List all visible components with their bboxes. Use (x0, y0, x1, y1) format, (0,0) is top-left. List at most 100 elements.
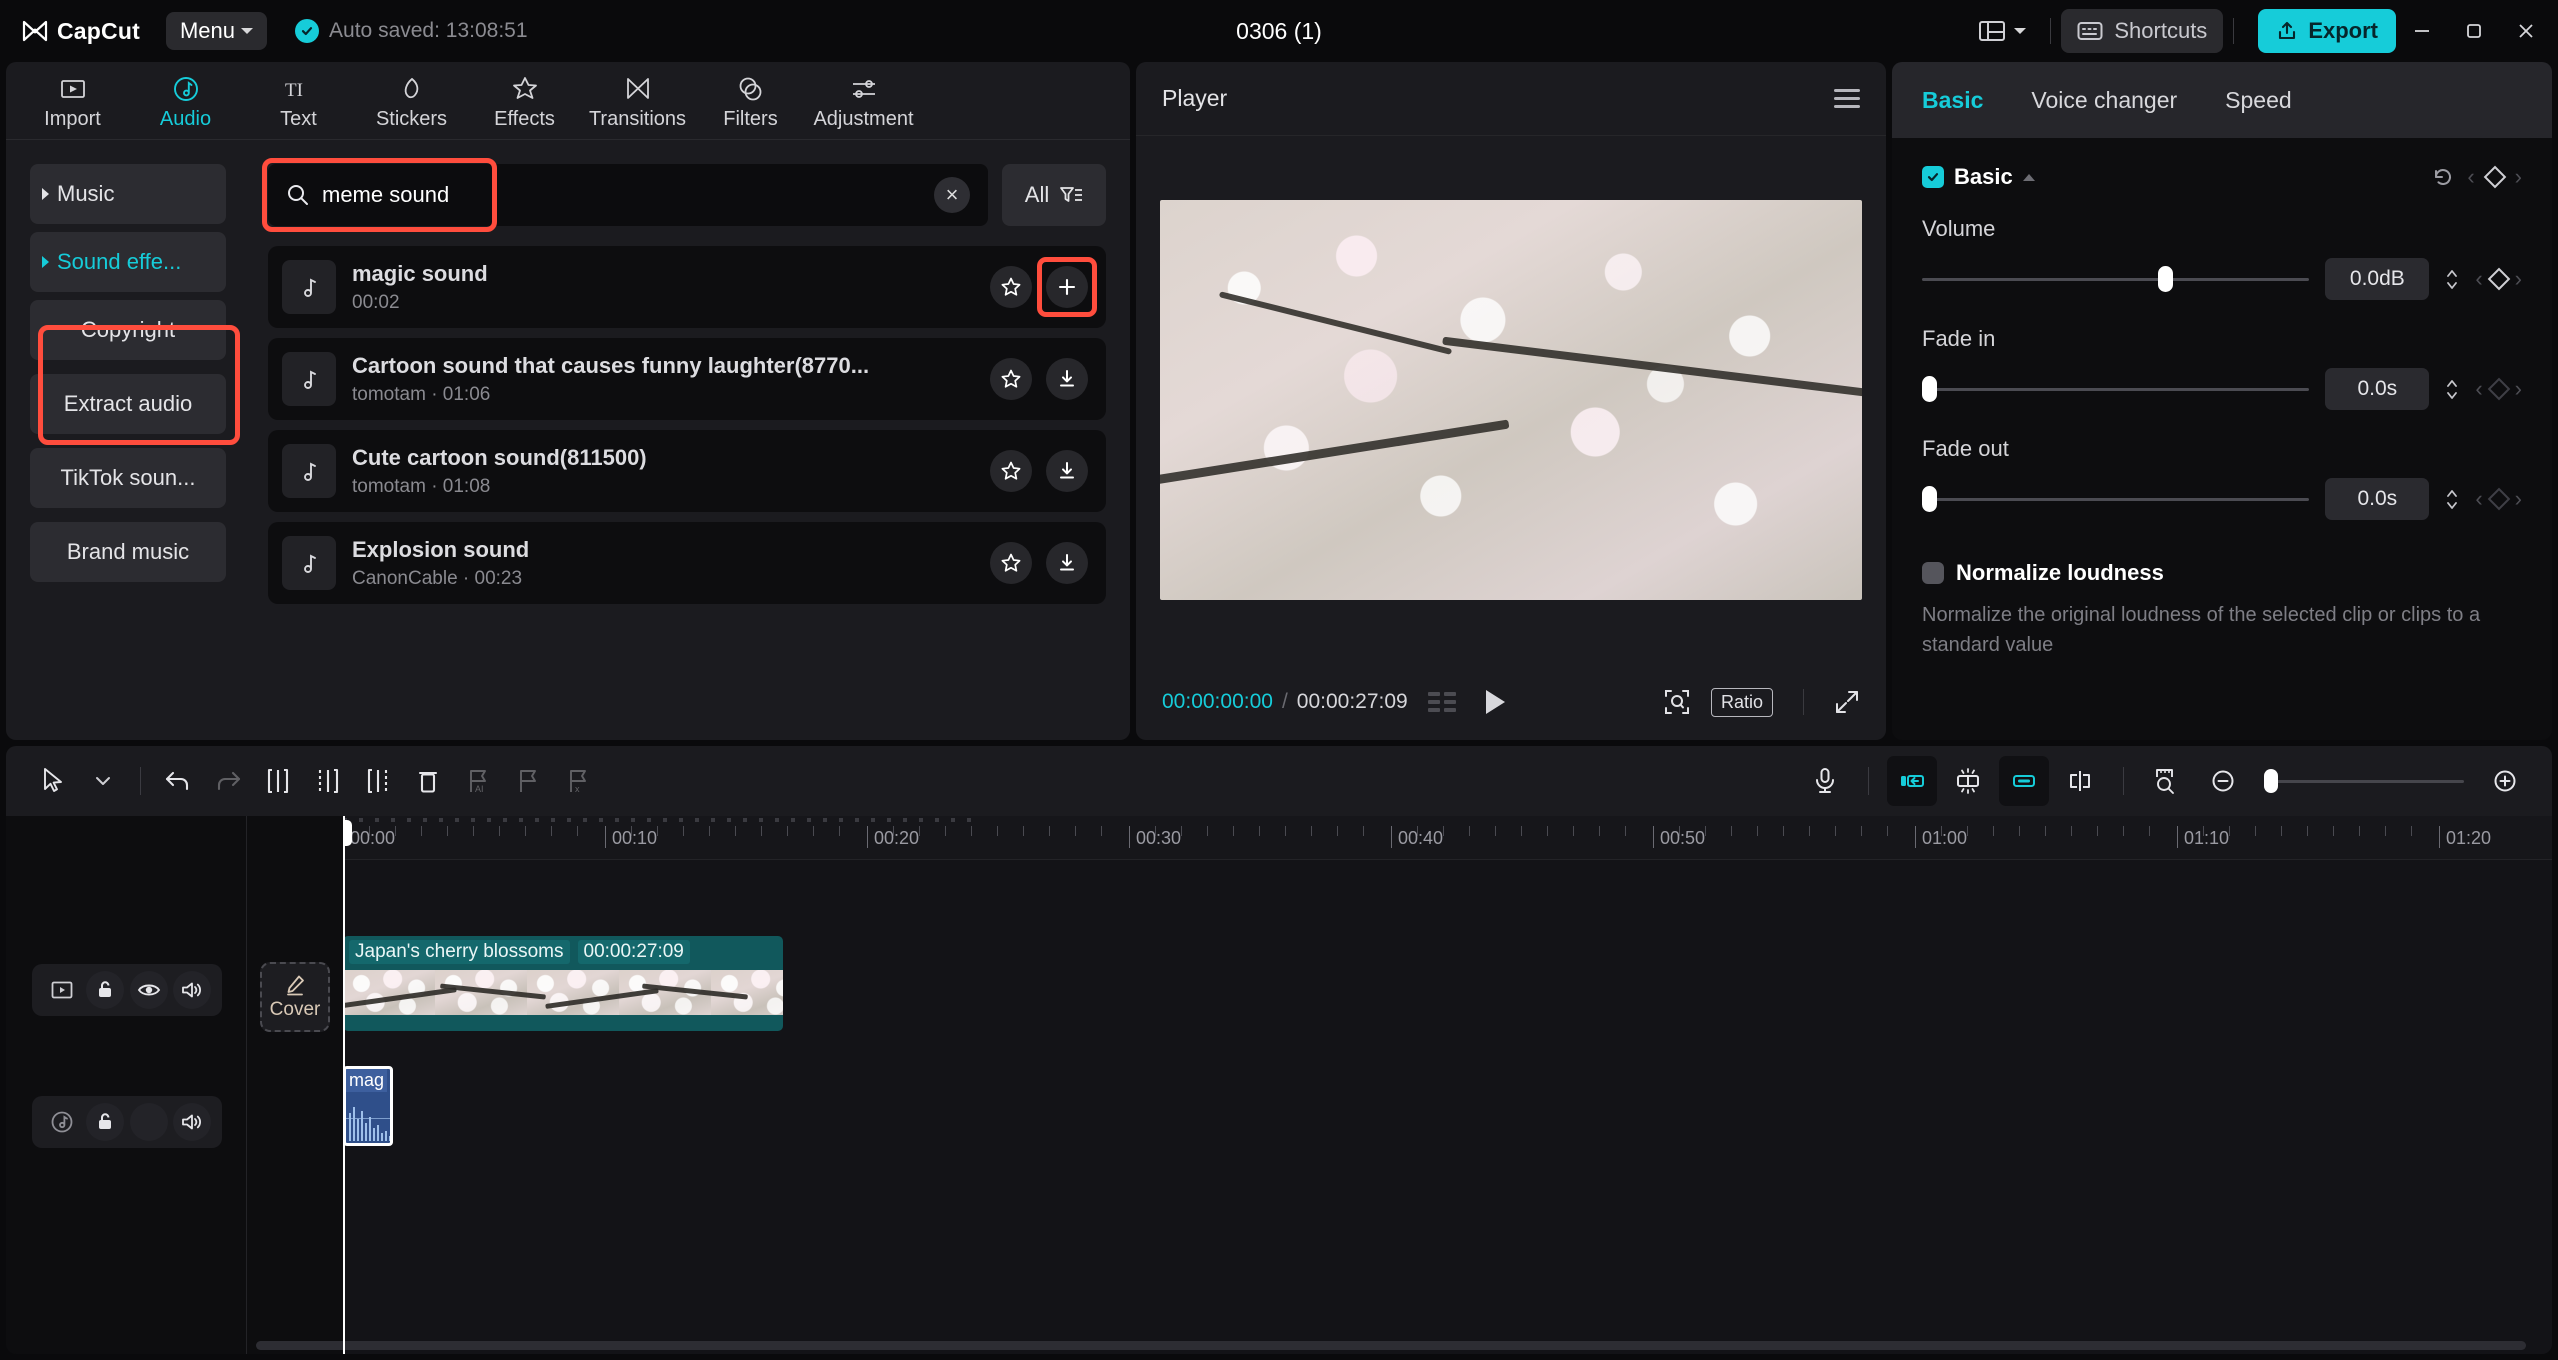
filter-all-button[interactable]: All (1002, 164, 1106, 226)
zoom-out-icon[interactable] (2198, 756, 2248, 806)
favorite-star-icon[interactable] (990, 266, 1032, 308)
zoom-in-icon[interactable] (2480, 756, 2530, 806)
tab-voice-changer[interactable]: Voice changer (2031, 87, 2177, 114)
undo-icon[interactable] (153, 756, 203, 806)
normalize-loudness-checkbox[interactable] (1922, 562, 1944, 584)
timeline-ruler[interactable]: 00:00 00:10 00:20 00:30 00:40 00:50 01:0… (343, 816, 2552, 860)
sidebar-item-sound-effects[interactable]: Sound effe... (30, 232, 226, 292)
delete-icon[interactable] (403, 756, 453, 806)
download-icon[interactable] (1046, 358, 1088, 400)
trim-left-icon[interactable] (303, 756, 353, 806)
list-item[interactable]: magic sound 00:02 (268, 246, 1106, 328)
layout-button[interactable] (1964, 11, 2040, 51)
mirror-icon[interactable] (2055, 756, 2105, 806)
frame-list-icon[interactable] (1427, 692, 1456, 712)
zoom-preview-icon[interactable] (1663, 688, 1691, 716)
sidebar-item-music[interactable]: Music (30, 164, 226, 224)
tab-import[interactable]: Import (16, 65, 129, 137)
basic-checkbox[interactable] (1922, 166, 1944, 188)
sidebar-item-copyright[interactable]: Copyright (30, 300, 226, 360)
select-tool-icon[interactable] (28, 756, 78, 806)
preview-track-icon[interactable] (43, 971, 81, 1009)
tab-transitions[interactable]: Transitions (581, 65, 694, 137)
keyframe-icon[interactable] (2483, 165, 2506, 189)
chevron-up-icon[interactable] (2022, 173, 2035, 181)
slider-knob[interactable] (2264, 769, 2278, 793)
prev-keyframe-icon[interactable]: ‹ (2467, 164, 2474, 190)
prev-keyframe-icon[interactable]: ‹ (2475, 266, 2482, 292)
minimize-button[interactable] (2396, 9, 2448, 53)
play-button[interactable] (1482, 687, 1508, 717)
sidebar-item-extract-audio[interactable]: Extract audio (30, 374, 226, 434)
record-voiceover-icon[interactable] (1800, 756, 1850, 806)
tab-audio[interactable]: Audio (129, 65, 242, 137)
lock-track-icon[interactable] (86, 971, 125, 1009)
fit-to-window-icon[interactable] (2142, 756, 2192, 806)
audio-track-icon[interactable] (43, 1103, 81, 1141)
maximize-button[interactable] (2448, 9, 2500, 53)
mute-track-icon[interactable] (173, 1103, 212, 1141)
fade-out-value[interactable]: 0.0s (2325, 478, 2430, 520)
shortcuts-button[interactable]: Shortcuts (2061, 9, 2224, 53)
playhead[interactable] (343, 816, 352, 1354)
timeline-zoom-slider[interactable] (2264, 769, 2464, 793)
tab-effects[interactable]: Effects (468, 65, 581, 137)
tab-speed[interactable]: Speed (2225, 87, 2292, 114)
slider-knob[interactable] (2158, 266, 2174, 292)
tab-basic[interactable]: Basic (1922, 87, 1983, 114)
fade-out-slider[interactable] (1922, 486, 2310, 512)
sidebar-item-tiktok-sounds[interactable]: TikTok soun... (30, 448, 226, 508)
volume-value[interactable]: 0.0dB (2325, 258, 2430, 300)
fullscreen-icon[interactable] (1834, 689, 1860, 715)
keyframe-icon[interactable] (2487, 267, 2510, 291)
video-preview[interactable] (1160, 200, 1862, 600)
player-menu-icon[interactable] (1834, 89, 1860, 108)
hide-track-icon[interactable] (129, 971, 168, 1009)
tab-text[interactable]: TI Text (242, 65, 355, 137)
slider-knob[interactable] (1922, 486, 1937, 512)
timeline-tracks[interactable]: 00:00 00:10 00:20 00:30 00:40 00:50 01:0… (343, 816, 2552, 1354)
cover-button[interactable]: Cover (260, 962, 330, 1032)
mute-track-icon[interactable] (173, 971, 212, 1009)
export-button[interactable]: Export (2258, 9, 2396, 53)
reset-icon[interactable] (2431, 165, 2455, 189)
menu-button[interactable]: Menu (165, 12, 268, 50)
favorite-star-icon[interactable] (990, 450, 1032, 492)
list-item[interactable]: Cartoon sound that causes funny laughter… (268, 338, 1106, 420)
next-keyframe-icon[interactable]: › (2515, 266, 2522, 292)
search-input[interactable]: meme sound × (262, 158, 988, 232)
current-timecode[interactable]: 00:00:00:00 (1162, 690, 1273, 714)
ratio-button[interactable]: Ratio (1710, 687, 1773, 717)
video-clip[interactable]: Japan's cherry blossoms 00:00:27:09 (343, 936, 783, 1031)
split-icon[interactable] (253, 756, 303, 806)
next-keyframe-icon[interactable]: › (2515, 164, 2522, 190)
fade-in-value[interactable]: 0.0s (2325, 368, 2430, 410)
trim-right-icon[interactable] (353, 756, 403, 806)
add-sound-button[interactable] (1046, 266, 1088, 308)
download-icon[interactable] (1046, 542, 1088, 584)
volume-slider[interactable] (1922, 266, 2310, 292)
auto-fill-icon[interactable] (1943, 756, 1993, 806)
fade-in-slider[interactable] (1922, 376, 2310, 402)
clear-search-button[interactable]: × (934, 177, 970, 213)
lock-track-icon[interactable] (86, 1103, 125, 1141)
list-item[interactable]: Explosion sound CanonCable · 00:23 (268, 522, 1106, 604)
fade-in-stepper[interactable] (2445, 379, 2459, 400)
slider-knob[interactable] (1922, 376, 1937, 402)
auto-snap-start-icon[interactable] (1887, 756, 1937, 806)
fade-out-stepper[interactable] (2445, 489, 2459, 510)
tab-filters[interactable]: Filters (694, 65, 807, 137)
tab-stickers[interactable]: Stickers (355, 65, 468, 137)
close-button[interactable] (2500, 9, 2552, 53)
playhead-handle[interactable] (343, 820, 352, 846)
volume-stepper[interactable] (2445, 269, 2459, 290)
audio-clip[interactable]: mag (343, 1066, 393, 1146)
download-icon[interactable] (1046, 450, 1088, 492)
timeline-horizontal-scrollbar[interactable] (256, 1341, 2526, 1350)
favorite-star-icon[interactable] (990, 358, 1032, 400)
list-item[interactable]: Cute cartoon sound(811500) tomotam · 01:… (268, 430, 1106, 512)
tab-adjustment[interactable]: Adjustment (807, 65, 920, 137)
link-clip-icon[interactable] (1999, 756, 2049, 806)
sidebar-item-brand-music[interactable]: Brand music (30, 522, 226, 582)
select-dropdown-icon[interactable] (78, 756, 128, 806)
